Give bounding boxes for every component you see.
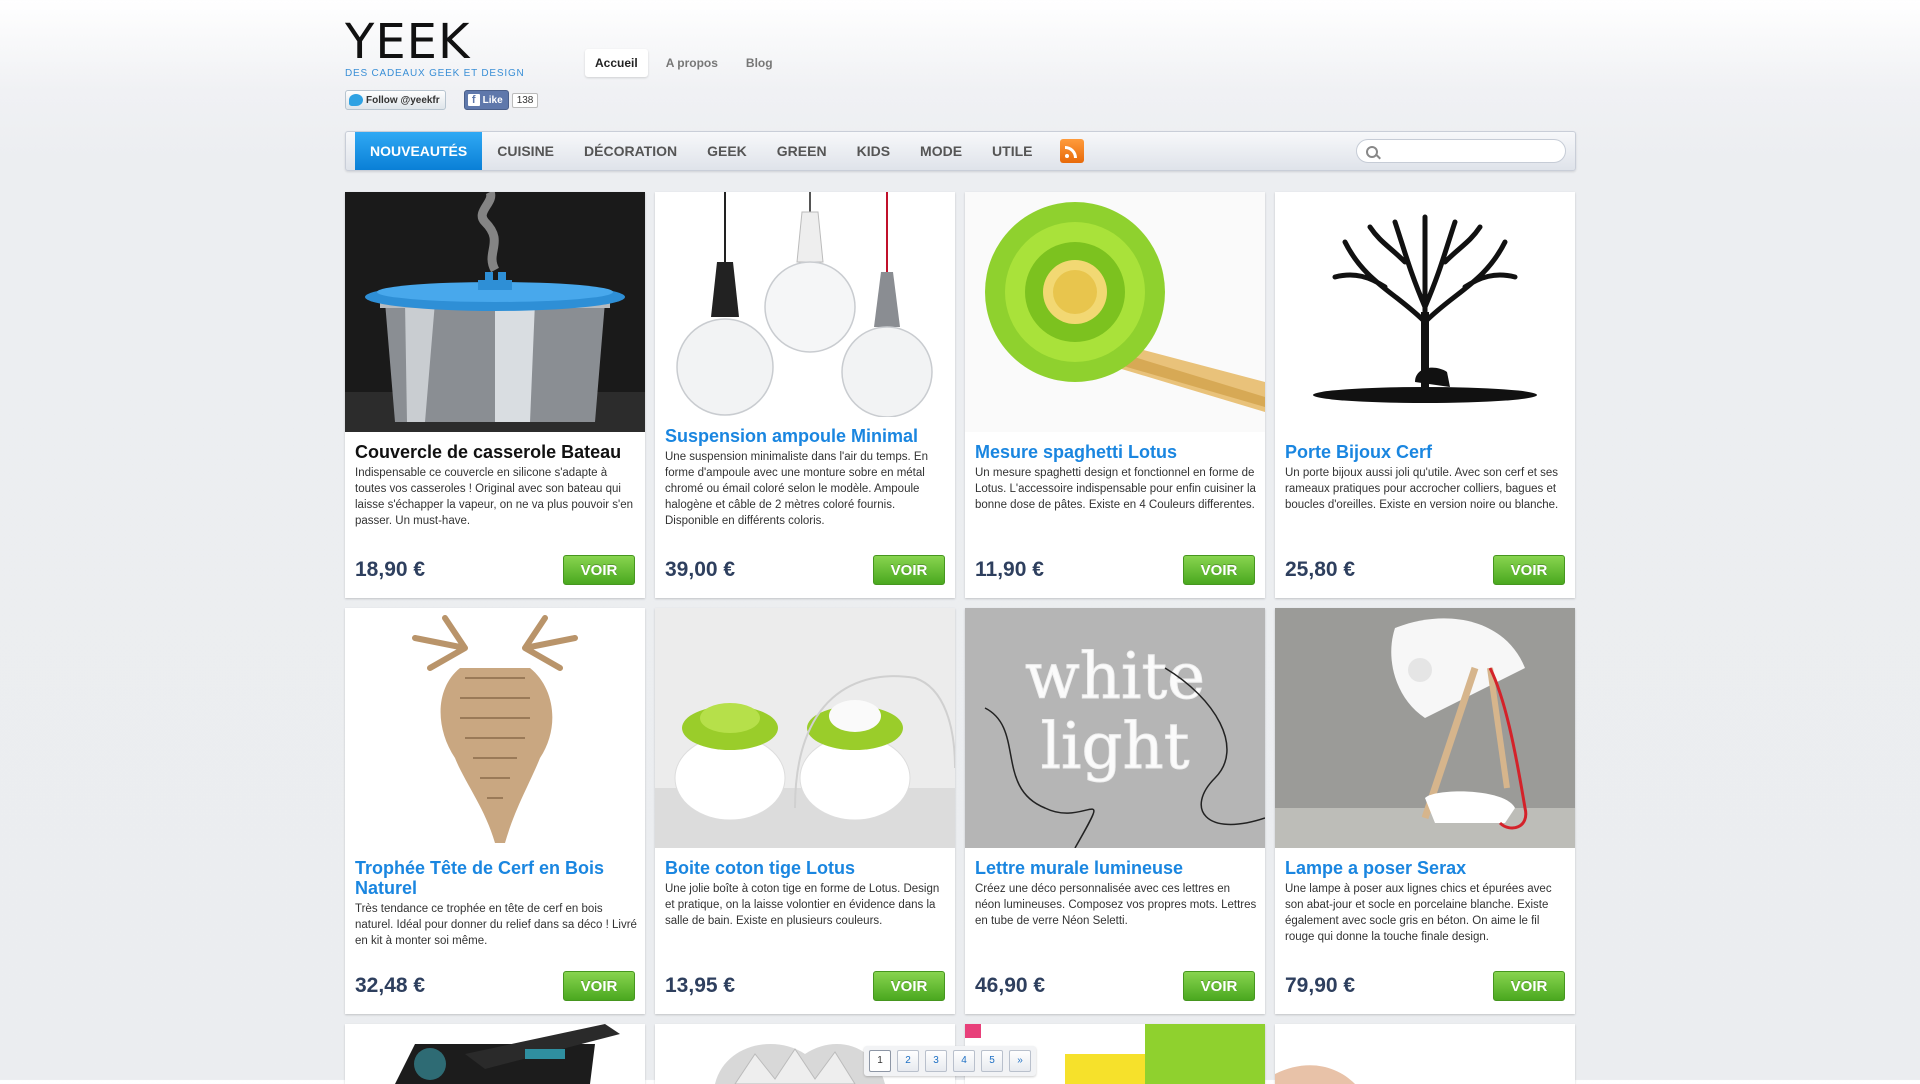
page-1-button[interactable]: 1: [869, 1050, 891, 1072]
product-title[interactable]: Lettre murale lumineuse: [975, 858, 1257, 878]
product-card[interactable]: [345, 1024, 645, 1084]
voir-button[interactable]: VOIR: [1183, 971, 1255, 1001]
product-image[interactable]: white light: [965, 608, 1265, 848]
facebook-icon: f: [467, 94, 480, 106]
voir-button[interactable]: VOIR: [1183, 555, 1255, 585]
product-description: Très tendance ce trophée en tête de cerf…: [355, 903, 637, 947]
voir-button[interactable]: VOIR: [563, 555, 635, 585]
product-price: 32,48 €: [355, 974, 426, 997]
product-description: Un porte bijoux aussi joli qu'utile. Ave…: [1285, 467, 1559, 511]
product-price: 13,95 €: [665, 974, 736, 997]
page-4-button[interactable]: 4: [953, 1050, 975, 1072]
product-price: 79,90 €: [1285, 974, 1356, 997]
product-card[interactable]: Porte Bijoux Cerf Un porte bijoux aussi …: [1275, 192, 1575, 598]
product-title[interactable]: Porte Bijoux Cerf: [1285, 442, 1567, 462]
voir-button[interactable]: VOIR: [1493, 971, 1565, 1001]
rss-icon[interactable]: [1059, 139, 1084, 163]
product-title[interactable]: Couvercle de casserole Bateau: [355, 442, 637, 462]
logo-tagline: DES CADEAUX GEEK ET DESIGN: [345, 68, 525, 79]
product-image[interactable]: [965, 192, 1265, 432]
product-image[interactable]: [345, 192, 645, 432]
twitter-follow-button[interactable]: Follow @yeekfr: [345, 90, 446, 110]
pagination: 1 2 3 4 5 »: [864, 1046, 1036, 1076]
product-card[interactable]: Suspension ampoule Minimal Une suspensio…: [655, 192, 955, 598]
page-3-button[interactable]: 3: [925, 1050, 947, 1072]
product-title[interactable]: Suspension ampoule Minimal: [665, 426, 947, 446]
category-decoration[interactable]: DÉCORATION: [569, 132, 692, 170]
product-card[interactable]: Couvercle de casserole Bateau Indispensa…: [345, 192, 645, 598]
facebook-like-button[interactable]: f Like: [463, 90, 509, 110]
product-image[interactable]: [1275, 608, 1575, 848]
category-cuisine[interactable]: CUISINE: [482, 132, 569, 170]
product-title[interactable]: Trophée Tête de Cerf en Bois Naturel: [355, 858, 637, 898]
product-description: Un mesure spaghetti design et fonctionne…: [975, 467, 1256, 511]
twitter-follow-label: Follow @yeekfr: [366, 94, 440, 106]
product-card[interactable]: white light Lettre murale lumineuse Crée…: [965, 608, 1265, 1014]
voir-button[interactable]: VOIR: [873, 555, 945, 585]
product-description: Une jolie boîte à coton tige en forme de…: [665, 883, 940, 927]
product-price: 25,80 €: [1285, 558, 1356, 581]
category-bar: NOUVEAUTÉS CUISINE DÉCORATION GEEK GREEN…: [345, 131, 1576, 171]
search-box: [1356, 139, 1566, 163]
product-title[interactable]: Lampe a poser Serax: [1285, 858, 1567, 878]
facebook-like-count: 138: [511, 92, 539, 108]
product-price: 11,90 €: [975, 558, 1044, 581]
product-title[interactable]: Mesure spaghetti Lotus: [975, 442, 1257, 462]
voir-button[interactable]: VOIR: [1493, 555, 1565, 585]
category-nouveautes[interactable]: NOUVEAUTÉS: [355, 132, 483, 170]
facebook-like-label: Like: [482, 94, 503, 106]
product-card[interactable]: Trophée Tête de Cerf en Bois Naturel Trè…: [345, 608, 645, 1014]
product-description: Indispensable ce couvercle en silicone s…: [355, 467, 634, 527]
category-kids[interactable]: KIDS: [842, 132, 905, 170]
product-card[interactable]: Lampe a poser Serax Une lampe à poser au…: [1275, 608, 1575, 1014]
voir-button[interactable]: VOIR: [563, 971, 635, 1001]
product-description: Une lampe à poser aux lignes chics et ép…: [1285, 883, 1552, 943]
product-card[interactable]: Mesure spaghetti Lotus Un mesure spaghet…: [965, 192, 1265, 598]
logo-text: YEEK: [345, 14, 471, 70]
category-menu: NOUVEAUTÉS CUISINE DÉCORATION GEEK GREEN…: [355, 132, 1084, 170]
social-buttons: Follow @yeekfr f Like 138: [345, 90, 539, 110]
product-card[interactable]: [1275, 1024, 1575, 1084]
twitter-bird-icon: [349, 94, 363, 106]
product-image[interactable]: [1275, 1024, 1575, 1084]
search-icon: [1366, 146, 1378, 158]
page-2-button[interactable]: 2: [897, 1050, 919, 1072]
product-image[interactable]: [655, 608, 955, 848]
product-title[interactable]: Boite coton tige Lotus: [665, 858, 947, 878]
product-image[interactable]: [345, 1024, 645, 1084]
voir-button[interactable]: VOIR: [873, 971, 945, 1001]
neon-word-light: light: [1041, 710, 1190, 784]
next-page-button[interactable]: »: [1009, 1050, 1031, 1072]
product-image[interactable]: [345, 608, 645, 848]
top-navigation: Accueil A propos Blog: [585, 49, 783, 77]
nav-blog[interactable]: Blog: [736, 49, 783, 77]
product-price: 39,00 €: [665, 558, 736, 581]
nav-a-propos[interactable]: A propos: [656, 49, 728, 77]
page-5-button[interactable]: 5: [981, 1050, 1003, 1072]
category-mode[interactable]: MODE: [905, 132, 977, 170]
product-price: 46,90 €: [975, 974, 1046, 997]
category-geek[interactable]: GEEK: [692, 132, 762, 170]
product-description: Une suspension minimaliste dans l'air du…: [665, 451, 928, 527]
product-description: Créez une déco personnalisée avec ces le…: [975, 883, 1257, 927]
product-image[interactable]: [1275, 192, 1575, 432]
site-logo[interactable]: YEEK DES CADEAUX GEEK ET DESIGN: [345, 18, 525, 79]
product-card[interactable]: Boite coton tige Lotus Une jolie boîte à…: [655, 608, 955, 1014]
category-green[interactable]: GREEN: [762, 132, 842, 170]
search-input[interactable]: [1383, 142, 1557, 162]
nav-accueil[interactable]: Accueil: [585, 49, 648, 77]
product-price: 18,90 €: [355, 558, 426, 581]
product-image[interactable]: [655, 192, 955, 417]
facebook-like-widget: f Like 138: [463, 90, 539, 110]
category-utile[interactable]: UTILE: [977, 132, 1047, 170]
